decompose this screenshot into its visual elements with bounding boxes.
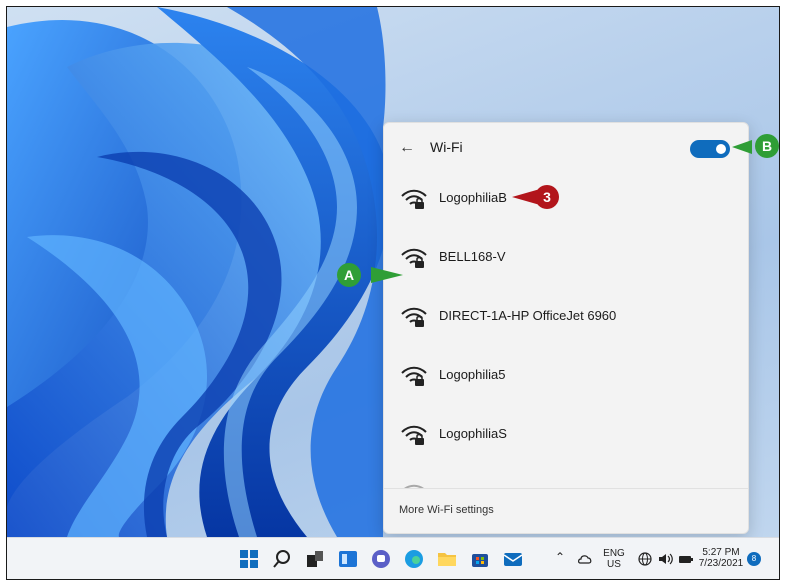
network-globe-icon[interactable]	[638, 552, 654, 566]
wifi-secured-icon	[401, 307, 427, 327]
callout-a: A	[337, 263, 361, 287]
file-explorer-icon[interactable]	[437, 549, 457, 569]
network-item[interactable]: Logophilia5	[384, 350, 748, 409]
battery-icon[interactable]	[678, 552, 694, 566]
wifi-flyout: ← Wi-Fi LogophiliaB BELL168-V DIRECT-1A-…	[383, 122, 749, 534]
start-icon[interactable]	[239, 549, 259, 569]
network-name: DIRECT-1A-HP OfficeJet 6960	[439, 308, 617, 323]
language-code: ENG	[603, 548, 625, 559]
wifi-secured-icon	[401, 248, 427, 268]
store-icon[interactable]	[470, 549, 490, 569]
show-hidden-icons-chevron[interactable]: ⌃	[555, 551, 565, 563]
volume-icon[interactable]	[658, 552, 674, 566]
wifi-header: ← Wi-Fi	[384, 123, 748, 173]
more-wifi-settings-link[interactable]: More Wi-Fi settings	[399, 504, 494, 516]
wifi-secured-icon	[401, 189, 427, 209]
screenshot-frame: ← Wi-Fi LogophiliaB BELL168-V DIRECT-1A-…	[6, 6, 780, 580]
network-item[interactable]: BELL168-V	[384, 232, 748, 291]
notification-badge[interactable]: 8	[747, 552, 761, 566]
clock-date: 7/23/2021	[698, 558, 744, 569]
network-item[interactable]: DIRECT-1A-HP OfficeJet 6960	[384, 291, 748, 350]
mail-icon[interactable]	[503, 549, 523, 569]
network-name: LogophiliaS	[439, 426, 507, 441]
wifi-footer: More Wi-Fi settings	[384, 488, 748, 533]
onedrive-icon[interactable]	[577, 552, 593, 566]
callout-3: 3	[535, 185, 559, 209]
taskbar: ⌃ ENG US 5:27 PM 7/23/2021 8	[7, 537, 779, 579]
clock[interactable]: 5:27 PM 7/23/2021	[698, 547, 744, 569]
chat-icon[interactable]	[371, 549, 391, 569]
network-name: Logophilia5	[439, 367, 506, 382]
network-item[interactable]: LogophiliaS	[384, 409, 748, 468]
network-item-partial[interactable]	[384, 468, 748, 488]
wifi-secured-icon	[401, 366, 427, 386]
network-name: LogophiliaB	[439, 190, 507, 205]
wifi-toggle[interactable]	[690, 140, 730, 158]
task-view-icon[interactable]	[305, 549, 325, 569]
network-name: BELL168-V	[439, 249, 506, 264]
wifi-title: Wi-Fi	[430, 139, 463, 155]
callout-a-arrow	[371, 267, 403, 283]
back-arrow-icon[interactable]: ←	[396, 137, 418, 159]
callout-b: B	[755, 134, 779, 158]
toggle-knob	[716, 144, 726, 154]
network-item[interactable]: LogophiliaB	[384, 173, 748, 232]
clock-time: 5:27 PM	[702, 547, 740, 558]
network-list: LogophiliaB BELL168-V DIRECT-1A-HP Offic…	[384, 173, 748, 488]
language-indicator[interactable]: ENG US	[599, 548, 629, 570]
search-icon[interactable]	[272, 549, 292, 569]
edge-icon[interactable]	[404, 549, 424, 569]
language-region: US	[607, 559, 621, 570]
wifi-secured-icon	[401, 425, 427, 445]
widgets-icon[interactable]	[338, 549, 358, 569]
